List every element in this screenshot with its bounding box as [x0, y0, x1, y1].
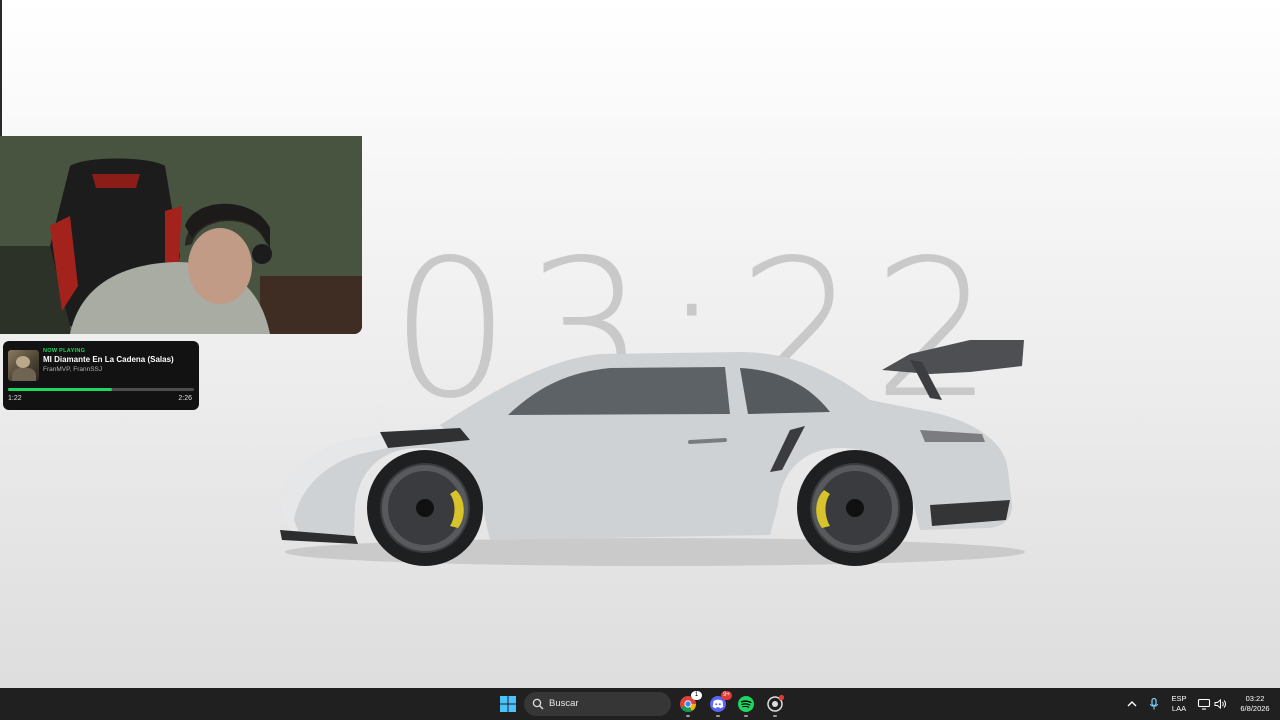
clock-date: 6/8/2026 [1240, 704, 1270, 713]
taskbar-search[interactable]: Buscar [524, 692, 671, 716]
volume-icon[interactable] [1213, 697, 1227, 711]
clock-time: 03:22 [1245, 694, 1265, 703]
taskbar-app-other[interactable] [764, 693, 786, 715]
spotify-icon [738, 696, 754, 712]
running-indicator [773, 715, 777, 717]
language-indicator[interactable]: ESP LAA [1167, 694, 1191, 714]
screen-edge [0, 0, 2, 136]
search-placeholder: Buscar [549, 698, 579, 709]
webcam-feed [0, 136, 362, 334]
taskbar-clock[interactable]: 03:22 6/8/2026 [1233, 694, 1277, 714]
windows-logo-icon [500, 696, 516, 712]
album-art [8, 350, 39, 381]
search-icon [532, 698, 544, 710]
track-artist: FranMVP, FrannSSJ [43, 366, 103, 373]
start-button[interactable] [497, 693, 519, 715]
app-icon [767, 694, 785, 712]
running-indicator [716, 715, 720, 717]
progress-fill [8, 388, 113, 391]
discord-badge: 9+ [721, 691, 732, 700]
chrome-badge: 1 [691, 691, 702, 700]
taskbar-app-spotify[interactable] [735, 693, 757, 715]
language-code: ESP [1171, 694, 1187, 703]
now-playing-label: NOW PLAYING [43, 348, 86, 354]
running-indicator [686, 715, 690, 717]
progress-bar [8, 388, 194, 391]
wallpaper-car [280, 340, 1025, 566]
microphone-icon[interactable] [1147, 697, 1161, 711]
now-playing-widget: NOW PLAYING MI Diamante En La Cadena (Sa… [3, 341, 199, 410]
network-icon[interactable] [1197, 697, 1211, 711]
taskbar-app-chrome[interactable]: 1 [677, 691, 702, 715]
taskbar: Buscar 1 9+ ESP LAA 03:22 6/8/2026 [0, 688, 1280, 720]
chevron-up-icon[interactable] [1125, 697, 1139, 711]
total-time: 2:26 [178, 395, 192, 402]
running-indicator [744, 715, 748, 717]
keyboard-layout: LAA [1171, 704, 1187, 713]
taskbar-app-discord[interactable]: 9+ [707, 691, 732, 715]
track-title: MI Diamante En La Cadena (Salas) [43, 355, 174, 364]
elapsed-time: 1:22 [8, 395, 22, 402]
